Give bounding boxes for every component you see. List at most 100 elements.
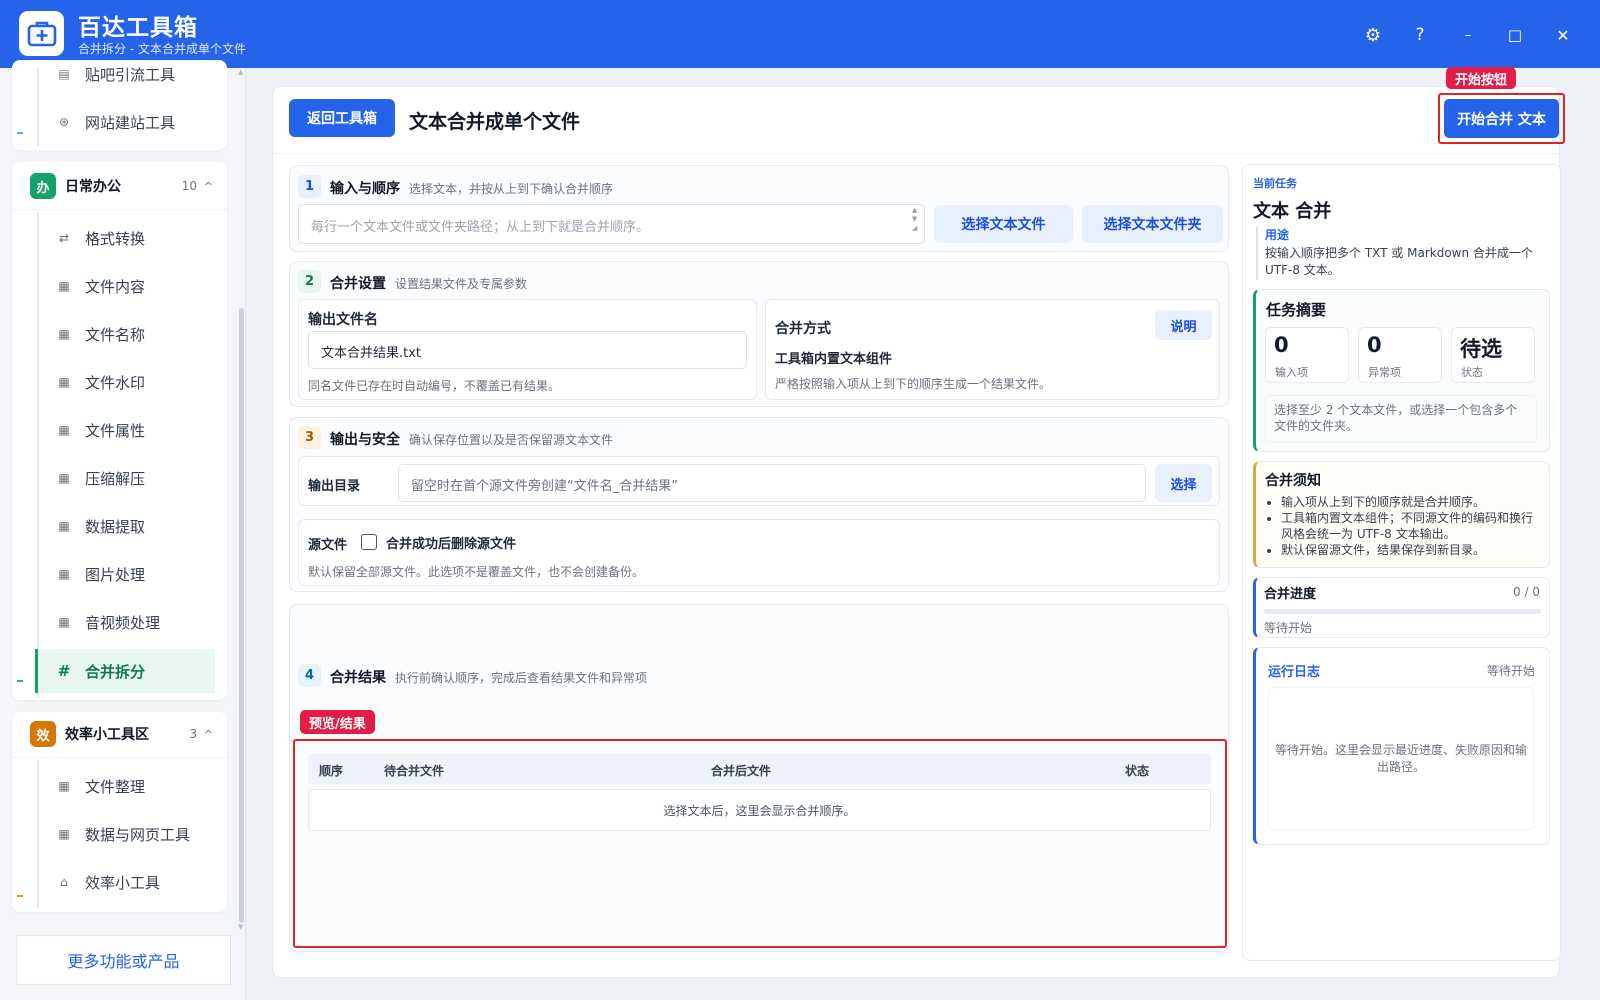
sidebar-item-file-attributes[interactable]: ▦ 文件属性 [38,410,218,450]
section-title: 输入与顺序 [330,181,400,197]
settings-gear-icon[interactable]: ⚙ [1358,20,1388,50]
stat-key: 输入项 [1275,366,1308,379]
start-merge-button[interactable]: 开始合并 文本 [1444,99,1559,138]
collapse-caret-icon[interactable]: ^ [204,180,213,193]
sidebar-item-label: 数据与网页工具 [85,825,191,844]
sidebar-item-label: 压缩解压 [85,469,146,488]
delete-source-checkbox[interactable] [361,534,377,550]
purpose-label: 用途 [1265,228,1290,242]
section-number: 2 [298,270,321,293]
sidebar-item-label: 格式转换 [85,229,146,248]
more-products-button[interactable]: 更多功能或产品 [16,935,231,985]
section-title: 合并设置 [330,276,386,292]
progress-status: 等待开始 [1264,621,1313,635]
current-task-name: 文本 合并 [1253,201,1332,222]
sidebar-item-file-organize[interactable]: ▦ 文件整理 [38,766,218,806]
stat-key: 状态 [1461,366,1483,379]
sidebar-item-label: 数据提取 [85,517,146,536]
filename-label: 输出文件名 [308,312,378,328]
close-button[interactable]: ✕ [1548,20,1578,50]
app-title: 百达工具箱 [78,15,198,41]
merge-mode-hint: 严格按照输入项从上到下的顺序生成一个结果文件。 [775,377,1052,391]
sidebar-item-data-extract[interactable]: ▦ 数据提取 [38,506,218,546]
log-title: 运行日志 [1268,665,1321,680]
office-badge: 办 [30,173,56,199]
sidebar-scroll-thumb[interactable] [239,308,244,923]
page-title: 文本合并成单个文件 [409,111,581,133]
stat-error-count: 0 异常项 [1358,327,1442,383]
group-name: 效率小工具区 [65,727,149,743]
sidebar-item-data-web[interactable]: ▦ 数据与网页工具 [38,814,218,854]
grid-icon: ▦ [58,375,70,389]
scroll-down-arrow-icon[interactable]: ▼ [238,923,243,931]
note-item: 输入项从上到下的顺序就是合并顺序。 [1281,494,1540,510]
section-number: 3 [298,426,321,449]
current-task-label: 当前任务 [1253,177,1297,190]
section-desc: 确认保存位置以及是否保留源文本文件 [409,433,614,447]
sidebar-item-image[interactable]: ▦ 图片处理 [38,554,218,594]
sidebar-item-file-content[interactable]: ▦ 文件内容 [38,266,218,306]
scroll-up-arrow-icon[interactable]: ▲ [238,68,243,76]
sidebar-item-label: 文件内容 [85,277,146,296]
merge-mode-value: 工具箱内置文本组件 [775,352,893,367]
sidebar-item-label: 图片处理 [85,565,146,584]
textarea-scroll-icon[interactable]: ▲ ▼ ◢ [912,206,917,233]
merge-mode-help-button[interactable]: 说明 [1155,310,1212,340]
collapse-caret-icon[interactable]: ^ [204,728,213,741]
sidebar-item-audio-video[interactable]: ▦ 音视频处理 [38,602,218,642]
toolbox-logo-icon [19,11,64,56]
sidebar-item-file-name[interactable]: ▦ 文件名称 [38,314,218,354]
sidebar-item-label: 文件水印 [85,373,146,392]
stat-value: 待选 [1460,337,1502,361]
note-item: 工具箱内置文本组件；不同源文件的编码和换行风格会统一为 UTF-8 文本输出。 [1281,510,1540,542]
sidebar-item-merge-split[interactable]: # 合并拆分 [35,649,215,693]
filename-input[interactable]: 文本合并结果.txt [308,331,747,369]
sidebar-item-tieba[interactable]: ▤ 贴吧引流工具 [38,54,218,94]
grid-icon: ▦ [58,615,70,629]
stat-value: 0 [1274,333,1289,357]
sidebar-item-compress[interactable]: ▦ 压缩解压 [38,458,218,498]
select-text-file-button[interactable]: 选择文本文件 [934,205,1073,243]
source-file-hint: 默认保留全部源文件。此选项不是覆盖文件，也不会创建备份。 [308,565,645,579]
minimize-button[interactable]: – [1453,20,1483,50]
help-icon[interactable]: ? [1405,20,1435,50]
back-to-toolbox-button[interactable]: 返回工具箱 [289,99,395,137]
grid-icon: ▦ [58,423,70,437]
select-text-folder-button[interactable]: 选择文本文件夹 [1082,205,1223,243]
sidebar-item-label: 效率小工具 [85,873,161,892]
group-header-efficiency[interactable]: 效 效率小工具区 3 ^ [12,711,227,757]
grid-icon: ▦ [58,779,70,793]
sidebar-item-format-convert[interactable]: ⇄ 格式转换 [38,218,218,258]
grid-icon: ▦ [58,279,70,293]
sidebar-item-efficiency-tools[interactable]: ⌂ 效率小工具 [38,862,218,902]
column-header: 合并后文件 [711,764,772,778]
grid-icon: ▦ [58,327,70,341]
source-file-label: 源文件 [308,538,348,553]
sidebar-item-website[interactable]: ⊛ 网站建站工具 [38,102,218,142]
purpose-text: 按输入顺序把多个 TXT 或 Markdown 合并成一个 UTF-8 文本。 [1265,246,1533,277]
section-desc: 选择文本，并按从上到下确认合并顺序 [409,182,614,196]
sidebar-item-label: 文件整理 [85,777,146,796]
delete-source-checkbox-label[interactable]: 合并成功后删除源文件 [386,533,516,552]
output-dir-input[interactable]: 留空时在首个源文件旁创建“文件名_合并结果” [398,464,1146,502]
section-desc: 设置结果文件及专属参数 [395,277,528,291]
log-status: 等待开始 [1487,664,1536,678]
preview-result-tag: 预览/结果 [300,710,375,734]
stat-key: 异常项 [1368,366,1401,379]
maximize-button[interactable]: □ [1500,20,1530,50]
choose-dir-button[interactable]: 选择 [1155,464,1212,502]
sidebar-item-label: 文件属性 [85,421,146,440]
group-count: 10 [181,179,197,193]
grid-icon: ▦ [58,519,70,533]
doc-icon: ▤ [58,67,70,81]
group-header-office[interactable]: 办 日常办公 10 ^ [12,163,227,209]
progress-title: 合并进度 [1264,587,1317,602]
section-number: 4 [298,664,321,687]
notes-title: 合并须知 [1265,473,1321,489]
grid-icon: ▦ [58,471,70,485]
sidebar-item-watermark[interactable]: ▦ 文件水印 [38,362,218,402]
column-header: 待合并文件 [384,764,445,778]
hash-icon: # [57,662,71,680]
box-icon: ⌂ [60,875,68,889]
path-input-textarea[interactable]: 每行一个文本文件或文件夹路径；从上到下就是合并顺序。 [298,204,925,244]
